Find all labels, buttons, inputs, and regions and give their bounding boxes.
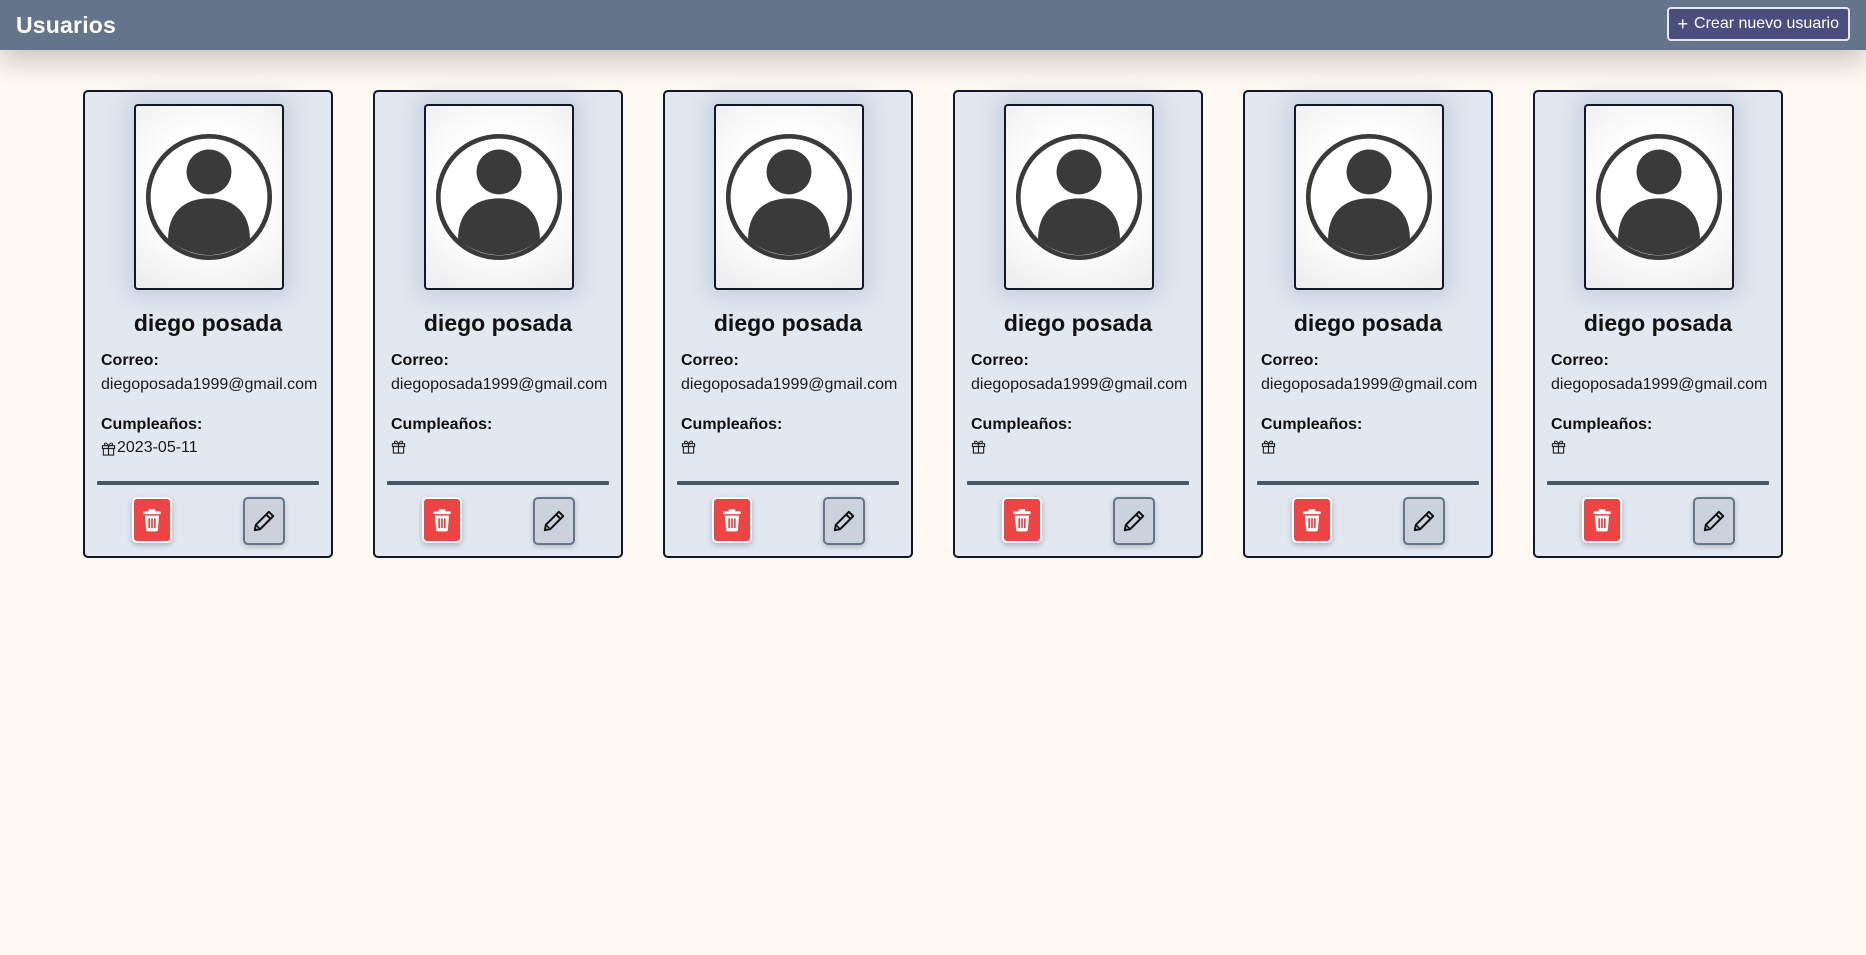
email-label: Correo: xyxy=(681,352,739,369)
birthday-value: 2023-05-11 xyxy=(117,439,198,456)
card-divider xyxy=(387,481,609,485)
birthday-label: Cumpleaños: xyxy=(681,416,783,433)
edit-user-button[interactable] xyxy=(1403,497,1445,545)
trash-icon xyxy=(1303,509,1321,532)
edit-user-button[interactable] xyxy=(1693,497,1735,545)
user-email: diegoposada1999@gmail.com xyxy=(1261,376,1478,393)
user-name: diego posada xyxy=(1293,310,1443,336)
user-birthday xyxy=(1261,439,1277,454)
pencil-icon xyxy=(1703,510,1725,532)
user-avatar-icon xyxy=(145,133,273,261)
user-card-list: diego posada Correo: diegoposada1999@gma… xyxy=(0,0,1866,955)
gift-icon xyxy=(1551,440,1566,454)
email-label: Correo: xyxy=(971,352,1029,369)
gift-icon xyxy=(1261,440,1276,454)
user-birthday xyxy=(1551,439,1567,454)
user-avatar-icon xyxy=(1595,133,1723,261)
user-photo xyxy=(1584,104,1734,290)
pencil-icon xyxy=(833,510,855,532)
email-label: Correo: xyxy=(101,352,159,369)
user-name: diego posada xyxy=(713,310,863,336)
birthday-label: Cumpleaños: xyxy=(101,416,203,433)
card-divider xyxy=(1257,481,1479,485)
top-navbar: Usuarios + Crear nuevo usuario xyxy=(0,0,1866,50)
gift-icon xyxy=(971,440,986,454)
email-label: Correo: xyxy=(1551,352,1609,369)
pencil-icon xyxy=(1413,510,1435,532)
page-title: Usuarios xyxy=(16,12,117,38)
user-birthday: 2023-05-11 xyxy=(101,439,198,457)
edit-user-button[interactable] xyxy=(243,497,285,545)
user-card: diego posada Correo: diegoposada1999@gma… xyxy=(663,90,913,558)
user-card: diego posada Correo: diegoposada1999@gma… xyxy=(953,90,1203,558)
birthday-label: Cumpleaños: xyxy=(971,416,1073,433)
birthday-label: Cumpleaños: xyxy=(1551,416,1653,433)
user-avatar-icon xyxy=(435,133,563,261)
delete-user-button[interactable] xyxy=(422,497,462,543)
user-photo xyxy=(1004,104,1154,290)
edit-user-button[interactable] xyxy=(1113,497,1155,545)
edit-user-button[interactable] xyxy=(823,497,865,545)
birthday-label: Cumpleaños: xyxy=(391,416,493,433)
user-card: diego posada Correo: diegoposada1999@gma… xyxy=(83,90,333,558)
email-label: Correo: xyxy=(1261,352,1319,369)
pencil-icon xyxy=(1123,510,1145,532)
create-user-button[interactable]: + Crear nuevo usuario xyxy=(1666,7,1850,41)
user-photo xyxy=(714,104,864,290)
gift-icon xyxy=(681,440,696,454)
user-avatar-icon xyxy=(1015,133,1143,261)
delete-user-button[interactable] xyxy=(1292,497,1332,543)
edit-user-button[interactable] xyxy=(533,497,575,545)
delete-user-button[interactable] xyxy=(712,497,752,543)
create-user-label: Crear nuevo usuario xyxy=(1694,15,1839,32)
birthday-label: Cumpleaños: xyxy=(1261,416,1363,433)
user-card: diego posada Correo: diegoposada1999@gma… xyxy=(1533,90,1783,558)
user-card: diego posada Correo: diegoposada1999@gma… xyxy=(373,90,623,558)
trash-icon xyxy=(1013,509,1031,532)
user-email: diegoposada1999@gmail.com xyxy=(391,376,608,393)
user-name: diego posada xyxy=(423,310,573,336)
trash-icon xyxy=(433,509,451,532)
user-avatar-icon xyxy=(1305,133,1433,261)
user-birthday xyxy=(681,439,697,454)
gift-icon xyxy=(391,440,406,454)
user-name: diego posada xyxy=(1003,310,1153,336)
user-photo xyxy=(1294,104,1444,290)
user-name: diego posada xyxy=(133,310,283,336)
user-email: diegoposada1999@gmail.com xyxy=(101,376,318,393)
user-avatar-icon xyxy=(725,133,853,261)
user-birthday xyxy=(971,439,987,454)
pencil-icon xyxy=(253,510,275,532)
card-divider xyxy=(97,481,319,485)
plus-icon: + xyxy=(1677,14,1689,34)
user-photo xyxy=(424,104,574,290)
gift-icon xyxy=(101,442,116,456)
user-card: diego posada Correo: diegoposada1999@gma… xyxy=(1243,90,1493,558)
card-divider xyxy=(1547,481,1769,485)
trash-icon xyxy=(723,509,741,532)
email-label: Correo: xyxy=(391,352,449,369)
trash-icon xyxy=(1593,509,1611,532)
card-divider xyxy=(967,481,1189,485)
user-email: diegoposada1999@gmail.com xyxy=(1551,376,1768,393)
user-birthday xyxy=(391,439,407,454)
user-email: diegoposada1999@gmail.com xyxy=(971,376,1188,393)
delete-user-button[interactable] xyxy=(132,497,172,543)
trash-icon xyxy=(143,509,161,532)
delete-user-button[interactable] xyxy=(1582,497,1622,543)
delete-user-button[interactable] xyxy=(1002,497,1042,543)
user-photo xyxy=(134,104,284,290)
user-email: diegoposada1999@gmail.com xyxy=(681,376,898,393)
card-divider xyxy=(677,481,899,485)
user-name: diego posada xyxy=(1583,310,1733,336)
pencil-icon xyxy=(543,510,565,532)
